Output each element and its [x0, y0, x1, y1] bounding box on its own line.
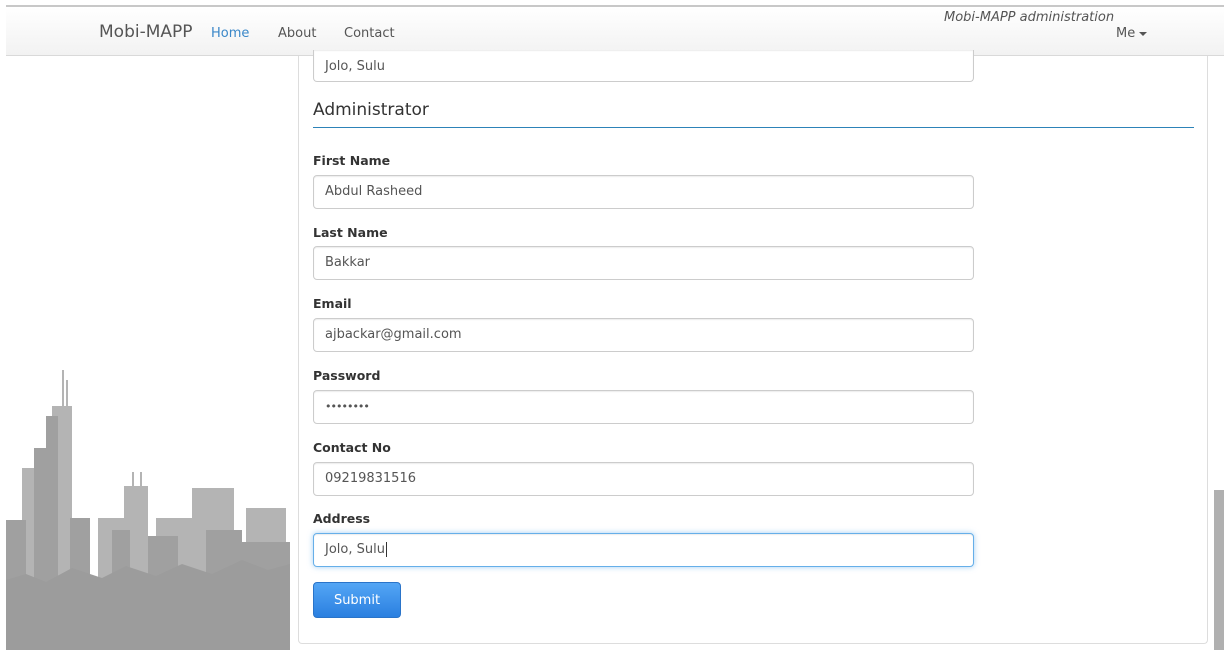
address-field-value: Jolo, Sulu — [325, 542, 385, 557]
section-divider — [313, 127, 1194, 128]
email-field[interactable]: ajbackar@gmail.com — [313, 318, 974, 352]
address-field[interactable]: Jolo, Sulu — [313, 533, 974, 567]
caret-down-icon — [1139, 31, 1148, 36]
password-field[interactable]: •••••••• — [313, 390, 974, 424]
brand-logo[interactable]: Mobi-MAPP — [99, 22, 193, 42]
user-menu-label: Me — [1116, 26, 1136, 41]
contact-no-field[interactable]: 09219831516 — [313, 462, 974, 496]
first-name-field[interactable]: Abdul Rasheed — [313, 175, 974, 209]
address-label: Address — [313, 511, 371, 526]
nav-about-link[interactable]: About — [278, 26, 316, 41]
password-label: Password — [313, 368, 381, 383]
last-name-field[interactable]: Bakkar — [313, 246, 974, 280]
submit-button[interactable]: Submit — [313, 582, 401, 618]
city-skyline-image — [6, 370, 290, 650]
navbar: Mobi-MAPP Home About Contact Mobi-MAPP a… — [6, 7, 1224, 56]
last-name-label: Last Name — [313, 225, 388, 240]
user-menu-dropdown[interactable]: Me — [1116, 26, 1148, 41]
admin-title: Mobi-MAPP administration — [944, 10, 1115, 25]
first-name-label: First Name — [313, 153, 391, 168]
previous-address-field[interactable]: Jolo, Sulu — [313, 50, 974, 82]
skyline-right-edge-image — [1214, 490, 1224, 650]
contact-no-label: Contact No — [313, 440, 391, 455]
nav-contact-link[interactable]: Contact — [344, 26, 395, 41]
email-label: Email — [313, 296, 352, 311]
section-title-administrator: Administrator — [313, 100, 429, 120]
nav-home-link[interactable]: Home — [211, 26, 249, 41]
text-cursor — [385, 542, 387, 557]
